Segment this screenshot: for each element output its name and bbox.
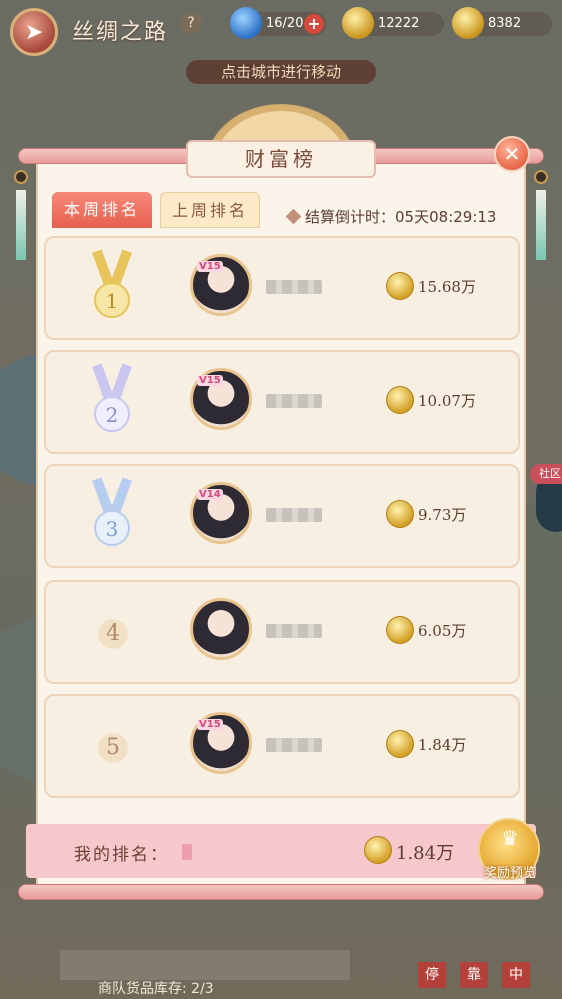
community-label[interactable]: 社区: [530, 464, 562, 484]
my-rank-bar: 我的排名： 1.84万: [26, 824, 536, 878]
player-name-blurred: [266, 280, 322, 294]
page-title: 丝绸之路: [72, 20, 169, 45]
my-rank-label: 我的排名：: [74, 845, 169, 865]
gold-value: 12222: [378, 16, 420, 31]
dock-button-dock[interactable]: 靠: [460, 962, 488, 988]
treasure-icon: ♛: [501, 826, 519, 850]
gold-coin-icon: [386, 500, 414, 528]
ranking-row[interactable]: 5 V15 1.84万: [44, 694, 520, 798]
ranking-row[interactable]: 1 V15 15.68万: [44, 236, 520, 340]
vip-badge: V14: [197, 489, 223, 500]
wealth-amount: 9.73万: [418, 506, 467, 524]
energy-counter: 16/20 +: [230, 7, 326, 39]
vip-badge: V15: [197, 375, 223, 386]
rank-number: 5: [90, 720, 136, 776]
scroll-rod-bottom: [18, 884, 544, 900]
countdown-label: 结算倒计时：: [305, 208, 396, 226]
ranking-row[interactable]: 2 V15 10.07万: [44, 350, 520, 454]
tassel-decoration-left: [14, 170, 28, 280]
avatar[interactable]: V14: [190, 482, 252, 544]
vip-badge: V15: [197, 261, 223, 272]
wealth-amount: 10.07万: [418, 392, 476, 410]
countdown: 结算倒计时：05天08:29:13: [285, 206, 497, 227]
player-name-blurred: [266, 738, 322, 752]
tassel-decoration-right: [534, 170, 548, 280]
player-name-blurred: [266, 394, 322, 408]
wealth-amount: 15.68万: [418, 278, 476, 296]
reward-preview-label[interactable]: 奖励预览: [474, 862, 546, 881]
tab-this-week[interactable]: 本周排名: [52, 192, 152, 228]
gold-coin-icon: [386, 386, 414, 414]
gold-coin-icon: [386, 730, 414, 758]
caravan-area: [60, 950, 350, 980]
vip-badge: V15: [197, 719, 223, 730]
wealth-amount: 1.84万: [418, 736, 467, 754]
my-wealth-amount: 1.84万: [396, 843, 455, 864]
gold-coin-icon: [364, 836, 392, 864]
coin-value: 8382: [488, 16, 522, 31]
ranking-row[interactable]: 3 V14 9.73万: [44, 464, 520, 568]
wealth-amount: 6.05万: [418, 622, 467, 640]
avatar[interactable]: V15: [190, 254, 252, 316]
panel-title-plaque: 财富榜: [186, 140, 376, 178]
player-name-blurred: [266, 624, 322, 638]
close-button[interactable]: ✕: [494, 136, 530, 172]
globe-icon: [230, 7, 262, 39]
caravan-stock: 商队货品库存: 2/3: [98, 981, 214, 997]
diamond-icon: [285, 208, 302, 225]
silver-medal-icon: 2: [84, 363, 140, 442]
top-bar: ➤ 丝绸之路 ? 16/20 + 12222 8382: [0, 0, 562, 56]
tab-last-week[interactable]: 上周排名: [160, 192, 260, 228]
coin-icon: [452, 7, 484, 39]
avatar[interactable]: V15: [190, 368, 252, 430]
rank-number: 4: [90, 606, 136, 662]
back-arrow-icon: ➤: [24, 19, 44, 45]
bronze-medal-icon: 3: [84, 477, 140, 556]
help-button[interactable]: ?: [180, 12, 202, 34]
gold-medal-icon: 1: [84, 249, 140, 328]
energy-value: 16/20: [266, 16, 304, 31]
add-energy-button[interactable]: +: [304, 14, 324, 34]
gold-coin-icon: [386, 272, 414, 300]
my-name-blurred: [182, 844, 192, 860]
gold-coin-icon: [386, 616, 414, 644]
gold-counter: 12222: [342, 7, 444, 39]
move-hint: 点击城市进行移动: [186, 60, 376, 84]
dock-button-center[interactable]: 中: [502, 962, 530, 988]
countdown-value: 05天08:29:13: [395, 208, 497, 226]
panel-title: 财富榜: [245, 147, 317, 171]
close-icon: ✕: [503, 142, 521, 166]
ranking-row[interactable]: 4 6.05万: [44, 580, 520, 684]
back-button[interactable]: ➤: [10, 8, 58, 56]
coin-counter: 8382: [452, 7, 552, 39]
gold-ingot-icon: [342, 7, 374, 39]
avatar[interactable]: V15: [190, 712, 252, 774]
dock-button-stop[interactable]: 停: [418, 962, 446, 988]
avatar[interactable]: [190, 598, 252, 660]
player-name-blurred: [266, 508, 322, 522]
